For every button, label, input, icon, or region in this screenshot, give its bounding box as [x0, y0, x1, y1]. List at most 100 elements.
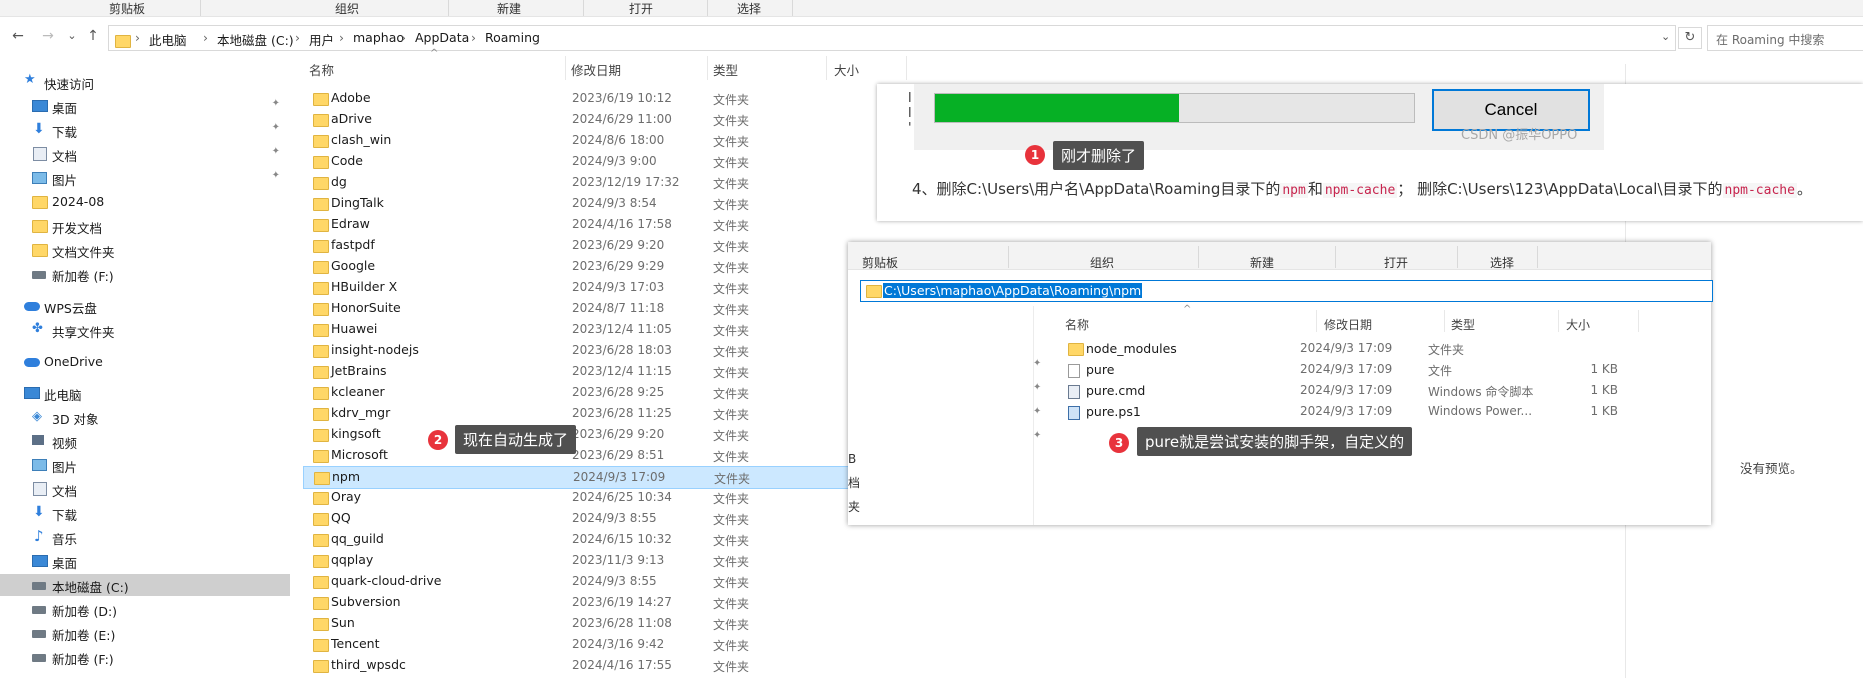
file-row[interactable]: kingsoft 2023/6/29 9:20 文件夹: [303, 424, 850, 445]
breadcrumb-item[interactable]: 本地磁盘 (C:): [217, 30, 294, 49]
sidebar-item-shared-folder[interactable]: ✤ 共享文件夹: [0, 319, 290, 341]
sidebar-item-drive[interactable]: 新加卷 (F:): [0, 263, 290, 285]
file-row[interactable]: pure 2024/9/3 17:09 文件 1 KB: [1068, 359, 1711, 380]
sidebar-item-pictures[interactable]: 图片: [0, 454, 290, 476]
search-input[interactable]: 在 Roaming 中搜索: [1707, 25, 1863, 51]
sidebar-item-quick-access[interactable]: ★ 快速访问: [0, 71, 290, 93]
sidebar-item-pictures[interactable]: 图片 ✦: [0, 167, 290, 189]
sidebar-item-drive-f[interactable]: 新加卷 (F:): [0, 646, 290, 668]
breadcrumb-item[interactable]: maphao: [353, 30, 404, 45]
file-row[interactable]: qq_guild 2024/6/15 10:32 文件夹: [303, 529, 850, 550]
sidebar-item-folder[interactable]: 开发文档: [0, 215, 290, 237]
column-header-name[interactable]: 名称: [1065, 316, 1089, 333]
column-header-type[interactable]: 类型: [1451, 316, 1475, 333]
sidebar-item-onedrive[interactable]: OneDrive: [0, 351, 290, 373]
sidebar-item-drive-d[interactable]: 新加卷 (D:): [0, 598, 290, 620]
file-row[interactable]: qqplay 2023/11/3 9:13 文件夹: [303, 550, 850, 571]
file-row[interactable]: pure.ps1 2024/9/3 17:09 Windows Power... 1 …: [1068, 401, 1711, 422]
ribbon-open[interactable]: 打开: [629, 0, 653, 17]
sidebar-item-documents[interactable]: 文档: [0, 478, 290, 500]
sidebar-item-drive-e[interactable]: 新加卷 (E:): [0, 622, 290, 644]
column-divider[interactable]: [1638, 310, 1639, 332]
file-row[interactable]: dg 2023/12/19 17:32 文件夹: [303, 172, 850, 193]
file-row[interactable]: kdrv_mgr 2023/6/28 11:25 文件夹: [303, 403, 850, 424]
column-header-date[interactable]: 修改日期: [1324, 316, 1372, 333]
file-row[interactable]: kcleaner 2023/6/28 9:25 文件夹: [303, 382, 850, 403]
sidebar-item-this-pc[interactable]: 此电脑: [0, 382, 290, 404]
folder-icon: [313, 597, 329, 610]
ribbon-open[interactable]: 打开: [1384, 254, 1408, 271]
file-row[interactable]: aDrive 2024/6/29 11:00 文件夹: [303, 109, 850, 130]
sidebar-item-folder[interactable]: 文档文件夹: [0, 239, 290, 261]
file-row[interactable]: npm 2024/9/3 17:09 文件夹: [303, 466, 850, 489]
sidebar-item-downloads[interactable]: ⬇ 下载 ✦: [0, 119, 290, 141]
sidebar-item-3d-objects[interactable]: ◈ 3D 对象: [0, 406, 290, 428]
column-header-type[interactable]: 类型: [713, 60, 738, 79]
column-divider[interactable]: [1444, 310, 1445, 332]
file-row[interactable]: Edraw 2024/4/16 17:58 文件夹: [303, 214, 850, 235]
ribbon-select[interactable]: 选择: [1490, 254, 1514, 271]
file-row[interactable]: Oray 2024/6/25 10:34 文件夹: [303, 487, 850, 508]
ribbon-select[interactable]: 选择: [737, 0, 761, 17]
file-row[interactable]: fastpdf 2023/6/29 9:20 文件夹: [303, 235, 850, 256]
ribbon-clipboard[interactable]: 剪贴板: [862, 254, 898, 271]
sidebar-item-videos[interactable]: 视频: [0, 430, 290, 452]
file-row[interactable]: HBuilder X 2024/9/3 17:03 文件夹: [303, 277, 850, 298]
file-row[interactable]: Subversion 2023/6/19 14:27 文件夹: [303, 592, 850, 613]
sidebar-item-folder[interactable]: 2024-08: [0, 191, 290, 213]
sidebar-item-drive-c[interactable]: 本地磁盘 (C:): [0, 574, 290, 596]
file-row[interactable]: quark-cloud-drive 2024/9/3 8:55 文件夹: [303, 571, 850, 592]
column-header-size[interactable]: 大小: [1566, 316, 1590, 333]
ribbon-new[interactable]: 新建: [1250, 254, 1274, 271]
sidebar-item-music[interactable]: ♪ 音乐: [0, 526, 290, 548]
file-row[interactable]: Huawei 2023/12/4 11:05 文件夹: [303, 319, 850, 340]
file-row[interactable]: Microsoft 2023/6/29 8:51 文件夹: [303, 445, 850, 466]
breadcrumb-item[interactable]: Roaming: [485, 30, 540, 45]
file-row[interactable]: QQ 2024/9/3 8:55 文件夹: [303, 508, 850, 529]
sidebar-item-desktop[interactable]: 桌面 ✦: [0, 95, 290, 117]
file-row[interactable]: Google 2023/6/29 9:29 文件夹: [303, 256, 850, 277]
address-dropdown-icon[interactable]: ⌄: [1661, 30, 1670, 43]
column-divider[interactable]: [906, 56, 907, 80]
file-row[interactable]: Tencent 2024/3/16 9:42 文件夹: [303, 634, 850, 655]
file-row[interactable]: pure.cmd 2024/9/3 17:09 Windows 命令脚本 1 KB: [1068, 380, 1711, 401]
sidebar-item-desktop[interactable]: 桌面: [0, 550, 290, 572]
file-row[interactable]: JetBrains 2023/12/4 11:15 文件夹: [303, 361, 850, 382]
file-row[interactable]: HonorSuite 2024/8/7 11:18 文件夹: [303, 298, 850, 319]
ribbon-organize[interactable]: 组织: [1090, 254, 1114, 271]
column-header-size[interactable]: 大小: [834, 60, 859, 79]
breadcrumb-item[interactable]: 用户: [309, 30, 334, 49]
address-input[interactable]: C:\Users\maphao\AppData\Roaming\npm: [860, 280, 1713, 302]
sidebar-item-documents[interactable]: 文档 ✦: [0, 143, 290, 165]
back-arrow-icon[interactable]: ←: [8, 26, 28, 46]
file-row[interactable]: node_modules 2024/9/3 17:09 文件夹: [1068, 338, 1711, 359]
column-divider[interactable]: [1316, 310, 1317, 332]
column-divider[interactable]: [707, 56, 708, 80]
refresh-icon[interactable]: ↻: [1678, 27, 1702, 49]
ribbon-clipboard[interactable]: 剪贴板: [109, 0, 145, 17]
file-row[interactable]: DingTalk 2024/9/3 8:54 文件夹: [303, 193, 850, 214]
breadcrumb-item[interactable]: 此电脑: [149, 30, 187, 49]
file-row[interactable]: third_wpsdc 2024/4/16 17:55 文件夹: [303, 655, 850, 676]
address-text-selected[interactable]: C:\Users\maphao\AppData\Roaming\npm: [883, 283, 1143, 298]
file-row[interactable]: insight-nodejs 2023/6/28 18:03 文件夹: [303, 340, 850, 361]
column-divider[interactable]: [826, 56, 827, 80]
ribbon-new[interactable]: 新建: [497, 0, 521, 17]
file-row[interactable]: Adobe 2023/6/19 10:12 文件夹: [303, 88, 850, 109]
forward-arrow-icon[interactable]: →: [38, 26, 58, 46]
column-divider[interactable]: [1558, 310, 1559, 332]
sidebar-item-wps-cloud[interactable]: WPS云盘: [0, 295, 290, 317]
recent-locations-icon[interactable]: ⌄: [62, 26, 82, 46]
file-row[interactable]: Sun 2023/6/28 11:08 文件夹: [303, 613, 850, 634]
ribbon-divider: [1335, 246, 1336, 268]
sidebar-item-downloads[interactable]: ⬇ 下载: [0, 502, 290, 524]
column-header-date[interactable]: 修改日期: [571, 60, 621, 79]
file-row[interactable]: Code 2024/9/3 9:00 文件夹: [303, 151, 850, 172]
up-arrow-icon[interactable]: ↑: [83, 26, 103, 46]
column-divider[interactable]: [565, 56, 566, 80]
address-bar[interactable]: › 此电脑 › 本地磁盘 (C:) › 用户 › maphao › AppDat…: [108, 25, 1676, 51]
file-row[interactable]: clash_win 2024/8/6 18:00 文件夹: [303, 130, 850, 151]
column-header-name[interactable]: 名称: [309, 60, 334, 79]
ribbon-organize[interactable]: 组织: [335, 0, 359, 17]
breadcrumb-item[interactable]: AppData: [415, 30, 469, 45]
